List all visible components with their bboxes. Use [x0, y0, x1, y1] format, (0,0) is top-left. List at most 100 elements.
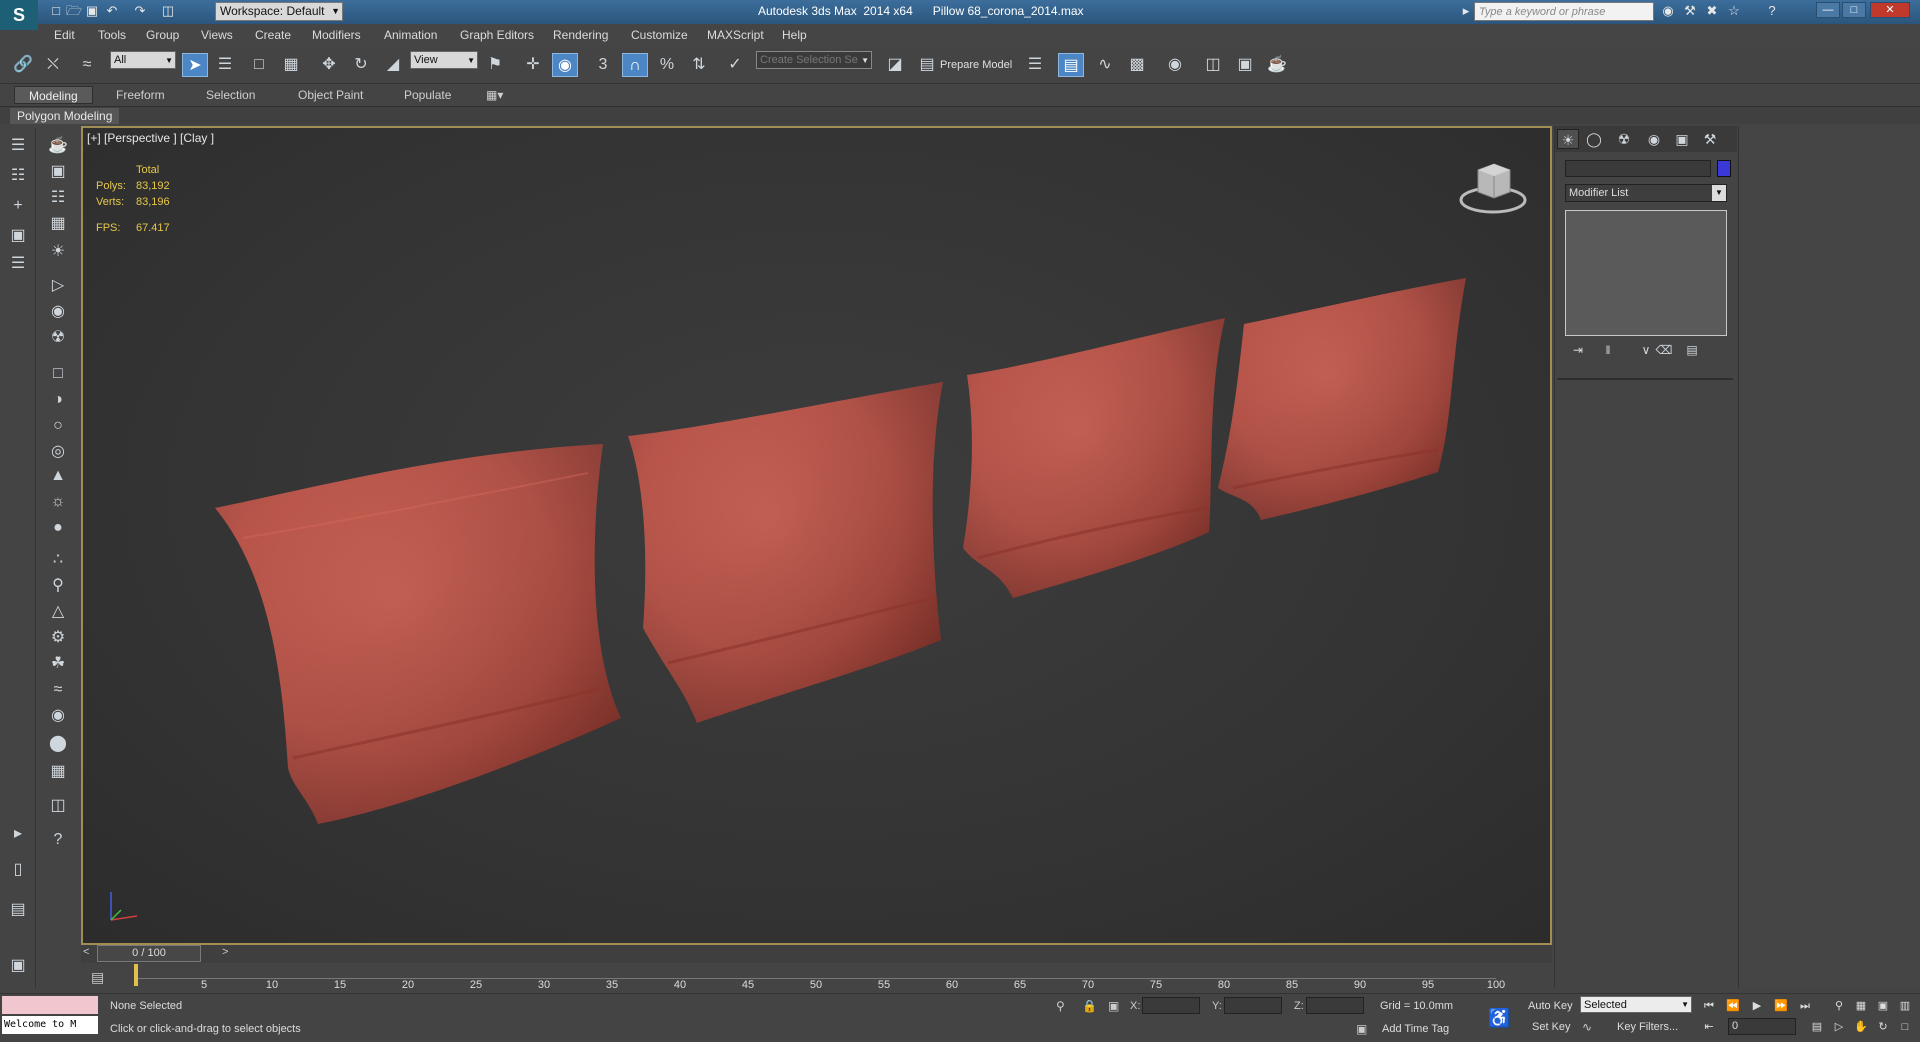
- percent-snap-icon[interactable]: %: [654, 53, 680, 77]
- add-time-tag-button[interactable]: Add Time Tag: [1382, 1023, 1449, 1035]
- shell-icon[interactable]: ◉: [44, 704, 72, 728]
- rendered-frame-window-icon[interactable]: ▣: [1232, 53, 1258, 77]
- zoom-extents-all-icon[interactable]: ▥: [1896, 997, 1914, 1015]
- modifier-stack[interactable]: [1565, 210, 1727, 336]
- x-coordinate-field[interactable]: [1142, 997, 1200, 1014]
- close-button[interactable]: ✕: [1870, 2, 1910, 18]
- tab-display-icon[interactable]: ▣: [1671, 129, 1693, 149]
- previous-key-icon[interactable]: ⏪: [1724, 997, 1742, 1015]
- curve-editor-icon[interactable]: ∿: [1092, 53, 1118, 77]
- tab-motion-icon[interactable]: ◉: [1643, 129, 1665, 149]
- angle-snap-icon[interactable]: ∩: [622, 53, 648, 77]
- selection-filter-icon[interactable]: ▣: [4, 224, 32, 248]
- minimize-button[interactable]: —: [1816, 2, 1840, 18]
- maxscript-listener-output[interactable]: Welcome to M: [2, 1016, 98, 1034]
- select-object-icon[interactable]: ➤: [182, 53, 208, 77]
- modifier-list-dropdown[interactable]: Modifier List ▼: [1565, 184, 1727, 202]
- pillow-4[interactable]: [1218, 278, 1466, 520]
- go-to-start-icon[interactable]: ⏮: [1700, 997, 1718, 1015]
- binoculars-icon[interactable]: ◉: [1660, 3, 1676, 19]
- menu-help[interactable]: Help: [782, 28, 807, 42]
- zoom-all-icon[interactable]: ▦: [1852, 997, 1870, 1015]
- keyboard-shortcut-override-icon[interactable]: ◉: [552, 53, 578, 77]
- time-slider[interactable]: < 0 / 100 >: [81, 945, 1552, 963]
- particle-icon[interactable]: ∴: [44, 548, 72, 572]
- menu-modifiers[interactable]: Modifiers: [312, 28, 361, 42]
- new-file-icon[interactable]: □: [48, 3, 64, 19]
- maxscript-listener-input[interactable]: [2, 996, 98, 1014]
- geosphere-icon[interactable]: ●: [44, 516, 72, 540]
- current-frame-field[interactable]: 0: [1728, 1018, 1796, 1035]
- helper-icon[interactable]: ◉: [44, 300, 72, 324]
- menu-group[interactable]: Group: [146, 28, 179, 42]
- previous-frame-icon[interactable]: <: [83, 946, 89, 958]
- configure-modifier-sets-icon[interactable]: ▤: [1683, 343, 1701, 359]
- torus-icon[interactable]: ◎: [44, 440, 72, 464]
- named-selection-sets-dropdown[interactable]: Create Selection Se ▼: [756, 51, 872, 69]
- default-keys-icon[interactable]: ♿: [1488, 1008, 1510, 1029]
- perspective-viewport[interactable]: [+] [Perspective ] [Clay ] Total Polys: 8…: [81, 126, 1552, 945]
- schematic-view-icon[interactable]: ▩: [1124, 53, 1150, 77]
- pin-stack-icon[interactable]: ⇥: [1569, 343, 1587, 359]
- menu-rendering[interactable]: Rendering: [553, 28, 608, 42]
- render-production-icon[interactable]: ☕: [1264, 53, 1290, 77]
- field-of-view-icon[interactable]: ▷: [1830, 1018, 1848, 1036]
- zoom-extents-icon[interactable]: ▣: [1874, 997, 1892, 1015]
- key-filters-button[interactable]: Key Filters...: [1617, 1021, 1678, 1033]
- set-key-button[interactable]: Set Key: [1532, 1021, 1571, 1033]
- sphere-primitive-icon[interactable]: ○: [44, 414, 72, 438]
- menu-maxscript[interactable]: MAXScript: [707, 28, 764, 42]
- reference-coordinate-dropdown[interactable]: View ▼: [410, 51, 478, 69]
- object-name-field[interactable]: [1565, 160, 1711, 177]
- scene-explorer-icon[interactable]: ☰: [4, 134, 32, 158]
- grid-helper-icon[interactable]: ▦: [44, 760, 72, 784]
- show-end-result-icon[interactable]: ‖: [1599, 343, 1617, 359]
- sun-light-icon[interactable]: ☼: [44, 490, 72, 514]
- next-key-icon[interactable]: ⏩: [1772, 997, 1790, 1015]
- foliage-icon[interactable]: ☘: [44, 652, 72, 676]
- undo-icon[interactable]: ↶: [104, 3, 120, 19]
- help-circle-icon[interactable]: ?: [44, 828, 72, 852]
- rectangular-selection-icon[interactable]: □: [246, 53, 272, 77]
- select-and-link-icon[interactable]: 🔗: [10, 53, 36, 77]
- menu-views[interactable]: Views: [201, 28, 233, 42]
- redo-icon[interactable]: ↷: [132, 3, 148, 19]
- tab-populate[interactable]: Populate: [390, 86, 465, 104]
- tab-create-icon[interactable]: ☀: [1557, 129, 1579, 149]
- track-bar-scale[interactable]: [136, 965, 1496, 979]
- menu-tools[interactable]: Tools: [98, 28, 126, 42]
- hierarchy-list-icon[interactable]: ☰: [4, 252, 32, 276]
- remove-modifier-icon[interactable]: ⌫: [1655, 343, 1673, 359]
- collapse-arrow-icon[interactable]: ▸: [1458, 3, 1474, 19]
- menu-create[interactable]: Create: [255, 28, 291, 42]
- tab-utilities-icon[interactable]: ⚒: [1699, 129, 1721, 149]
- expand-arrow-icon[interactable]: ▸: [4, 822, 32, 846]
- z-coordinate-field[interactable]: [1306, 997, 1364, 1014]
- key-mode-toggle-icon[interactable]: ⇤: [1700, 1018, 1718, 1036]
- hemisphere-icon[interactable]: ◑: [44, 388, 72, 412]
- teapot-icon[interactable]: ☕: [44, 134, 72, 158]
- current-frame-marker[interactable]: [134, 964, 138, 986]
- pillow-2[interactable]: [628, 382, 943, 723]
- camera-icon[interactable]: ▷: [44, 274, 72, 298]
- app-logo-icon[interactable]: S: [0, 0, 38, 30]
- next-frame-icon[interactable]: >: [222, 946, 228, 958]
- pivot-center-icon[interactable]: ⚑: [482, 53, 508, 77]
- menu-customize[interactable]: Customize: [631, 28, 688, 42]
- window-crossing-icon[interactable]: ▦: [278, 53, 304, 77]
- search-input[interactable]: Type a keyword or phrase: [1474, 2, 1654, 21]
- pillow-1[interactable]: [215, 444, 621, 824]
- snaps-toggle-icon[interactable]: 3: [590, 53, 616, 77]
- tab-modeling[interactable]: Modeling: [14, 86, 93, 104]
- material-editor-icon[interactable]: ◉: [1162, 53, 1188, 77]
- play-icon[interactable]: ▶: [1748, 997, 1766, 1015]
- biped-icon[interactable]: △: [44, 600, 72, 624]
- tab-modify-icon[interactable]: ◯: [1583, 129, 1605, 149]
- edit-named-selection-icon[interactable]: ✓: [722, 53, 748, 77]
- y-coordinate-field[interactable]: [1224, 997, 1282, 1014]
- unlink-selection-icon[interactable]: ⛌: [40, 53, 66, 77]
- maximize-viewport-icon[interactable]: □: [1896, 1018, 1914, 1036]
- go-to-end-icon[interactable]: ⏭: [1796, 997, 1814, 1015]
- zoom-icon[interactable]: ⚲: [1830, 997, 1848, 1015]
- project-folder-icon[interactable]: ◫: [160, 3, 176, 19]
